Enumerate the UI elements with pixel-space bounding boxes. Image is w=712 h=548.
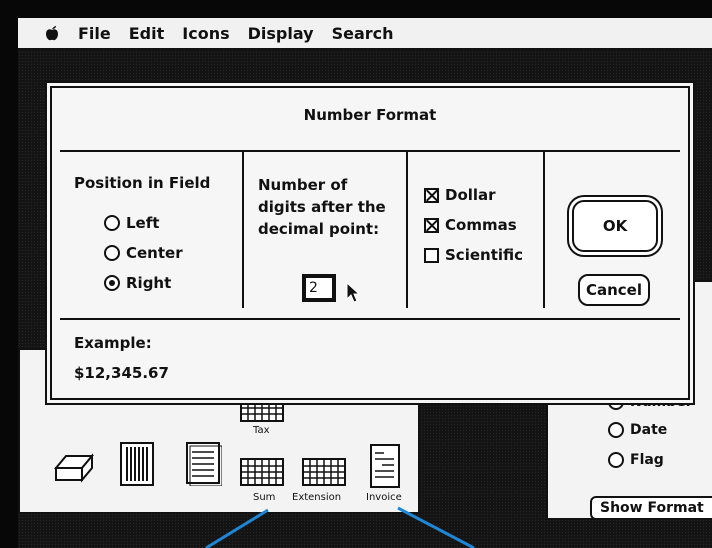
pointer-line: [205, 508, 269, 548]
pointer-line: [397, 506, 475, 548]
annotation-lines: [205, 506, 475, 548]
